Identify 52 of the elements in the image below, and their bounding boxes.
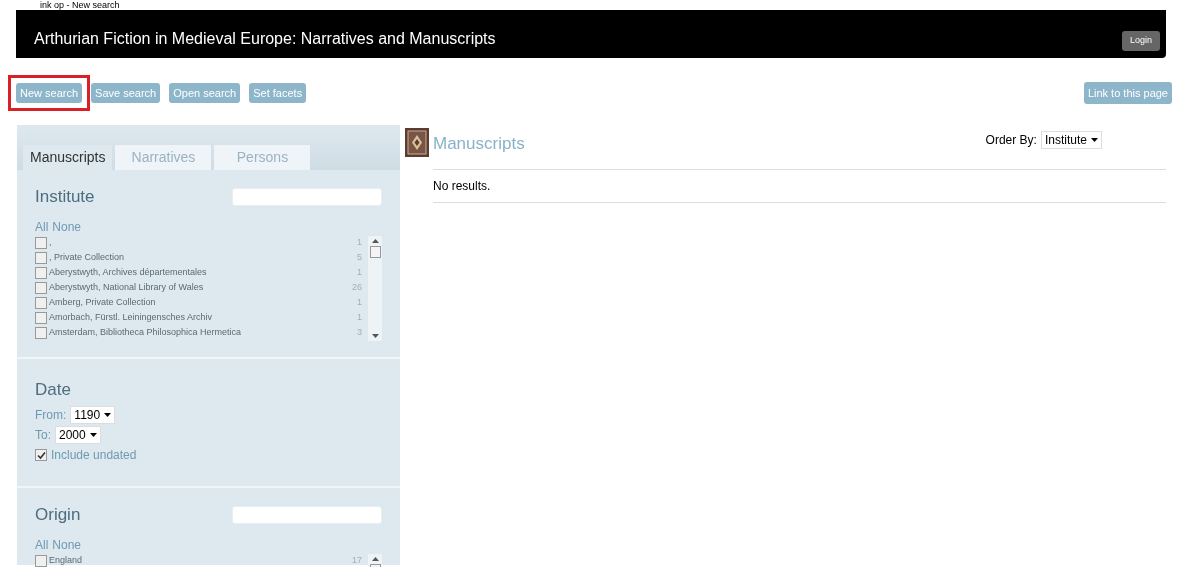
select-dropdown[interactable]: 1190 — [70, 406, 116, 424]
facet-count: 17 — [352, 554, 362, 567]
facet-option-label[interactable]: Amsterdam, Bibliotheca Philosophica Hermetica — [49, 326, 242, 340]
caption: ink op - New search — [40, 0, 120, 10]
site-title: Arthurian Fiction in Medieval Europe: Narratives and Manuscripts — [34, 29, 496, 49]
select-none-link[interactable]: None — [52, 535, 82, 554]
facet-option-label[interactable]: Amorbach, Fürstl. Leiningensches Archiv — [49, 311, 213, 325]
checkbox[interactable] — [35, 449, 47, 461]
checkbox[interactable] — [35, 282, 47, 294]
filter-field[interactable] — [232, 187, 382, 206]
filter-field[interactable] — [232, 505, 382, 524]
checkbox[interactable] — [35, 555, 47, 567]
caret-icon — [1091, 138, 1098, 142]
facet-option-label[interactable]: Aberystwyth, Archives départementales — [49, 266, 207, 280]
facet-title: Origin — [35, 504, 81, 526]
checkbox[interactable] — [35, 327, 47, 339]
select-dropdown[interactable]: 2000 — [55, 426, 101, 444]
select-dropdown[interactable]: Institute — [1040, 131, 1102, 149]
select-all-link[interactable]: All — [35, 535, 49, 554]
facet-option-label[interactable]: , Private Collection — [49, 251, 125, 265]
order-by-label: Order By: — [985, 132, 1037, 149]
check-icon — [36, 450, 46, 460]
select-none-link[interactable]: None — [52, 217, 82, 236]
facet-option-label[interactable]: England — [49, 554, 83, 567]
facet-option-label[interactable]: Aberystwyth, National Library of Wales — [49, 281, 204, 295]
checkbox-label[interactable]: Include undated — [51, 446, 137, 464]
facet-option-label[interactable]: Amberg, Private Collection — [49, 296, 156, 310]
facet-count: 1 — [357, 236, 362, 250]
facet-title: Date — [35, 378, 72, 401]
caret-icon — [89, 433, 97, 437]
checkbox[interactable] — [35, 312, 47, 324]
facet-option-label[interactable]: , — [49, 236, 52, 250]
results-title: Manuscripts — [433, 133, 525, 155]
facet-count: 1 — [357, 311, 362, 325]
facet-count: 5 — [357, 251, 362, 265]
book-cover-icon — [405, 128, 429, 157]
scroll-thumb[interactable] — [369, 245, 381, 258]
login-button[interactable]: Login — [1121, 31, 1160, 51]
select-all-link[interactable]: All — [35, 217, 49, 236]
checkbox[interactable] — [35, 237, 47, 249]
checkbox[interactable] — [35, 252, 47, 264]
checkbox[interactable] — [35, 297, 47, 309]
no-results-message: No results. — [433, 178, 491, 195]
from-label: From: — [35, 407, 67, 424]
checkbox[interactable] — [35, 267, 47, 279]
scrollbar[interactable] — [368, 235, 382, 341]
facet-count: 1 — [357, 266, 362, 280]
caret-icon — [104, 413, 112, 417]
facet-title: Institute — [35, 186, 95, 208]
to-label: To: — [35, 427, 51, 444]
tab[interactable]: Manuscripts — [23, 145, 113, 170]
facet-count: 1 — [357, 296, 362, 310]
